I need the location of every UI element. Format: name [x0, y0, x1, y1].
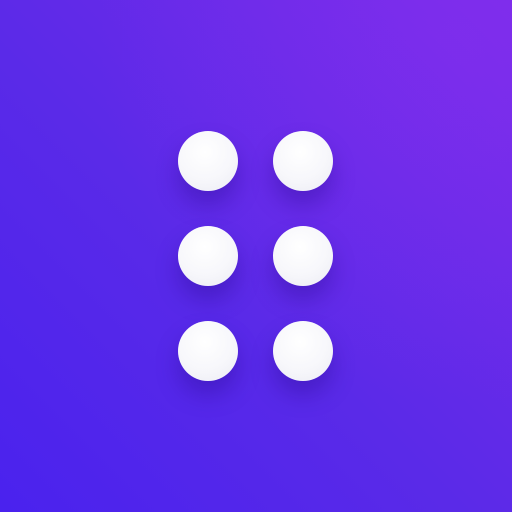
dot-row3-right — [273, 321, 333, 381]
dot-row3-left — [178, 321, 238, 381]
dot-row2-left — [178, 226, 238, 286]
dot-row2-right — [273, 226, 333, 286]
dot-row1-right — [273, 131, 333, 191]
six-dot-grid-icon — [178, 131, 334, 383]
dot-row1-left — [178, 131, 238, 191]
app-icon — [0, 0, 512, 512]
